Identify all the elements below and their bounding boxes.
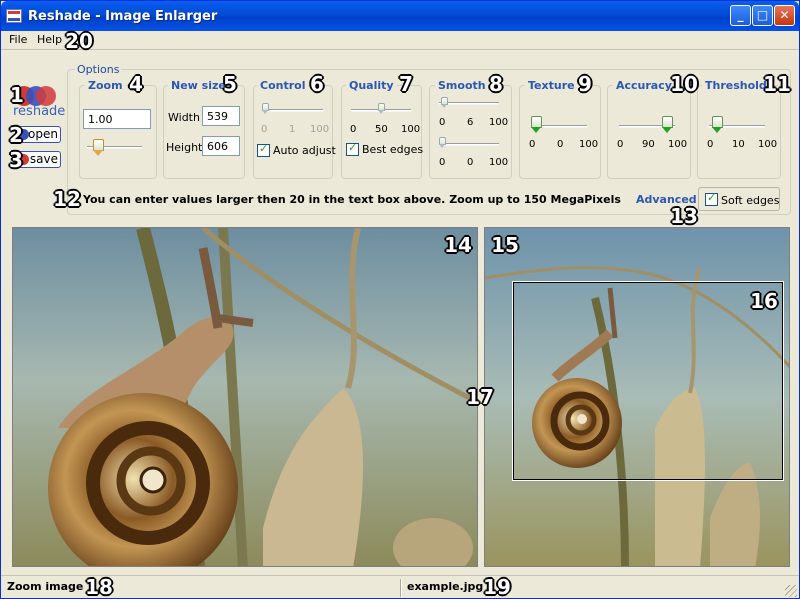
soft-edges-label: Soft edges bbox=[721, 194, 780, 207]
accuracy-slider-thumb[interactable] bbox=[662, 116, 673, 133]
zoom-slider-thumb[interactable] bbox=[93, 139, 104, 156]
smooth-slider-1-thumb[interactable] bbox=[441, 97, 448, 108]
callout-20: 20 bbox=[65, 29, 93, 53]
quality-tick-value: 50 bbox=[375, 124, 388, 135]
window-title: Reshade - Image Enlarger bbox=[28, 9, 218, 24]
callout-12: 12 bbox=[53, 187, 81, 211]
callout-8: 8 bbox=[489, 72, 503, 96]
smooth-title: Smooth bbox=[435, 79, 489, 92]
app-window: Reshade - Image Enlarger _ □ ✕ File Help… bbox=[0, 0, 800, 599]
callout-13: 13 bbox=[670, 204, 698, 228]
callout-2: 2 bbox=[9, 123, 23, 147]
texture-tick-max: 100 bbox=[579, 139, 599, 150]
texture-title: Texture bbox=[525, 79, 578, 92]
quality-tick-min: 0 bbox=[350, 124, 357, 135]
smooth-slider-2-track[interactable] bbox=[439, 143, 499, 146]
open-label: open bbox=[28, 127, 58, 141]
smooth-2-tick-max: 100 bbox=[489, 157, 509, 168]
callout-4: 4 bbox=[129, 72, 143, 96]
app-flag-icon bbox=[6, 9, 22, 23]
info-text: You can enter values larger then 20 in t… bbox=[83, 193, 621, 206]
callout-10: 10 bbox=[670, 72, 698, 96]
quality-tick-max: 100 bbox=[401, 124, 421, 135]
smooth-slider-1-track[interactable] bbox=[439, 102, 499, 105]
control-slider-track[interactable] bbox=[263, 109, 323, 112]
zoomed-snail-image bbox=[13, 228, 477, 566]
zoom-selection-rectangle[interactable] bbox=[512, 281, 784, 481]
best-edges-checkbox[interactable] bbox=[346, 141, 359, 156]
callout-3: 3 bbox=[9, 148, 23, 172]
resize-grip-icon[interactable] bbox=[785, 585, 797, 597]
callout-14: 14 bbox=[444, 233, 472, 257]
close-button[interactable]: ✕ bbox=[774, 5, 795, 26]
threshold-tick-max: 100 bbox=[758, 139, 778, 150]
smooth-1-tick-min: 0 bbox=[439, 117, 446, 128]
maximize-button[interactable]: □ bbox=[752, 5, 773, 26]
callout-7: 7 bbox=[399, 72, 413, 96]
control-tick-value: 1 bbox=[289, 124, 296, 135]
callout-5: 5 bbox=[223, 72, 237, 96]
control-tick-max: 100 bbox=[310, 124, 330, 135]
smooth-2-tick-min: 0 bbox=[439, 157, 446, 168]
best-edges-label: Best edges bbox=[362, 143, 424, 156]
callout-17: 17 bbox=[466, 385, 494, 409]
status-filename: example.jpg bbox=[407, 580, 484, 593]
auto-adjust-checkbox[interactable] bbox=[257, 142, 270, 157]
callout-15: 15 bbox=[491, 233, 519, 257]
accuracy-title: Accuracy bbox=[613, 79, 675, 92]
menu-help[interactable]: Help bbox=[37, 33, 62, 46]
zoom-input[interactable]: 1.00 bbox=[83, 109, 151, 129]
callout-9: 9 bbox=[578, 72, 592, 96]
accuracy-group bbox=[607, 85, 691, 179]
soft-edges-checkbox[interactable] bbox=[705, 191, 718, 206]
status-separator bbox=[400, 579, 402, 597]
status-left-text: Zoom image bbox=[7, 580, 84, 593]
accuracy-tick-max: 100 bbox=[668, 139, 688, 150]
new-size-group bbox=[163, 85, 245, 179]
threshold-group bbox=[697, 85, 781, 179]
smooth-slider-2-thumb[interactable] bbox=[439, 137, 446, 148]
save-label: save bbox=[29, 152, 58, 166]
texture-tick-value: 0 bbox=[557, 139, 564, 150]
zoom-title: Zoom bbox=[85, 79, 126, 92]
width-label: Width bbox=[168, 111, 200, 124]
threshold-tick-value: 10 bbox=[732, 139, 745, 150]
threshold-title: Threshold bbox=[702, 79, 770, 92]
callout-19: 19 bbox=[483, 575, 511, 599]
smooth-1-tick-value: 6 bbox=[467, 117, 474, 128]
options-legend: Options bbox=[75, 63, 122, 76]
width-input[interactable]: 539 bbox=[202, 106, 240, 126]
accuracy-tick-min: 0 bbox=[617, 139, 624, 150]
smooth-1-tick-max: 100 bbox=[489, 117, 509, 128]
minimize-button[interactable]: _ bbox=[730, 5, 751, 26]
control-tick-min: 0 bbox=[261, 124, 268, 135]
callout-18: 18 bbox=[85, 575, 113, 599]
callout-6: 6 bbox=[310, 72, 324, 96]
threshold-tick-min: 0 bbox=[707, 139, 714, 150]
texture-slider-thumb[interactable] bbox=[531, 116, 542, 133]
callout-11: 11 bbox=[763, 72, 791, 96]
control-title: Control bbox=[257, 79, 309, 92]
status-bar: Zoom image example.jpg bbox=[1, 575, 799, 599]
zoomed-image-panel[interactable] bbox=[12, 227, 478, 567]
threshold-slider-thumb[interactable] bbox=[712, 116, 723, 133]
height-label: Height bbox=[166, 141, 203, 154]
quality-title: Quality bbox=[346, 79, 397, 92]
menu-file[interactable]: File bbox=[9, 33, 27, 46]
quality-slider-thumb[interactable] bbox=[378, 103, 385, 114]
auto-adjust-label: Auto adjust bbox=[273, 144, 336, 157]
zoom-group bbox=[79, 85, 157, 179]
height-input[interactable]: 606 bbox=[202, 136, 240, 156]
texture-tick-min: 0 bbox=[529, 139, 536, 150]
title-bar[interactable]: Reshade - Image Enlarger _ □ ✕ bbox=[1, 1, 799, 31]
smooth-2-tick-value: 0 bbox=[467, 157, 474, 168]
callout-16: 16 bbox=[750, 289, 778, 313]
menu-bar: File Help bbox=[1, 31, 799, 50]
control-slider-thumb[interactable] bbox=[262, 103, 269, 114]
accuracy-tick-value: 90 bbox=[642, 139, 655, 150]
callout-1: 1 bbox=[10, 83, 24, 107]
